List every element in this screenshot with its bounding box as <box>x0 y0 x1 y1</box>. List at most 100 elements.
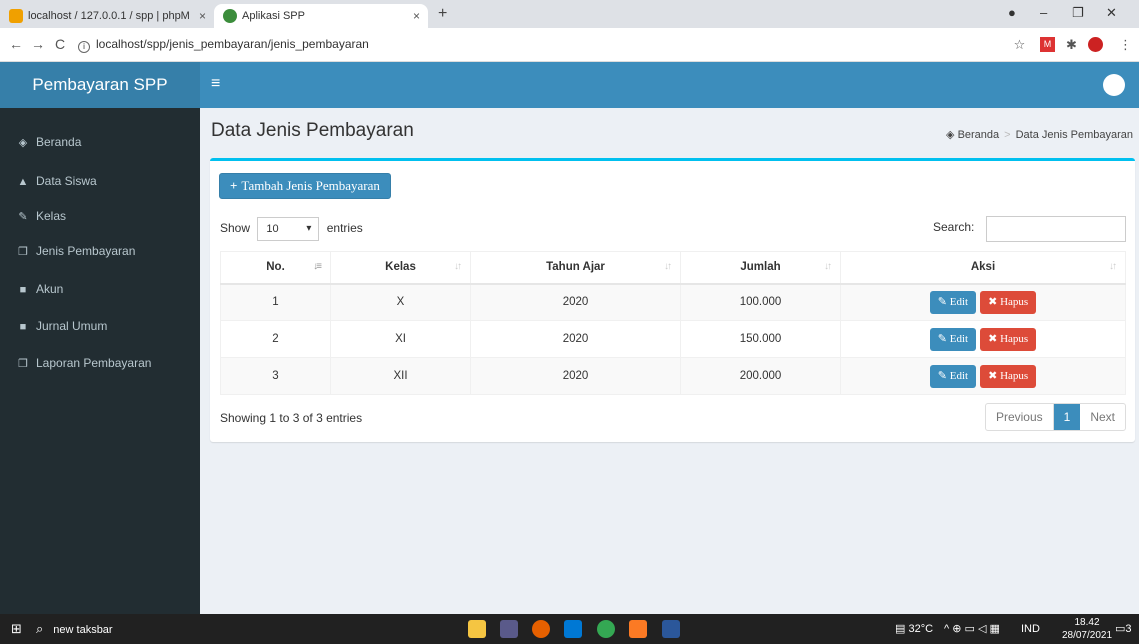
tray-icons[interactable]: ^ ⊕ ▭ ◁ ▦ <box>944 621 1000 637</box>
delete-button[interactable]: ✖ Hapus <box>980 327 1037 351</box>
cell-aksi: ✎ Edit ✖ Hapus <box>840 320 1126 358</box>
sidebar-item-beranda[interactable]: ◈ Beranda <box>0 125 200 159</box>
cell-no: 3 <box>220 357 331 395</box>
search-icon: ⌕ <box>36 621 44 636</box>
next-page-button[interactable]: Next <box>1080 404 1125 430</box>
language-indicator[interactable]: IND <box>1021 621 1040 637</box>
forward-arrow-icon[interactable]: → <box>31 36 45 52</box>
user-avatar[interactable] <box>1103 74 1125 96</box>
extension-icon[interactable]: M <box>1040 37 1055 52</box>
info-icon[interactable]: i <box>78 41 90 53</box>
column-header-jumlah[interactable]: Jumlah ↓↑ <box>680 251 841 285</box>
sidebar-item-data-siswa[interactable]: ▲ Data Siswa <box>0 164 200 198</box>
profile-avatar-icon[interactable] <box>1088 37 1103 52</box>
bookmark-star-icon[interactable]: ☆ <box>1012 37 1027 52</box>
word-icon[interactable] <box>662 620 680 638</box>
breadcrumb-current: Data Jenis Pembayaran <box>1015 129 1133 141</box>
entries-select[interactable]: 10 ▾ <box>257 217 320 241</box>
edit-label: Edit <box>949 295 969 308</box>
close-tab-icon[interactable]: × <box>199 4 206 28</box>
close-tab-icon[interactable]: × <box>413 4 420 28</box>
profile-dot-icon[interactable]: ● <box>1008 5 1016 20</box>
delete-label: Hapus <box>1000 369 1029 382</box>
sidebar-item-akun[interactable]: ■ Akun <box>0 272 200 306</box>
new-tab-button[interactable]: + <box>438 4 447 24</box>
column-header-kelas[interactable]: Kelas ↓↑ <box>330 251 471 285</box>
reload-icon[interactable]: C <box>55 36 65 52</box>
vscode-icon[interactable] <box>564 620 582 638</box>
sidebar-item-kelas[interactable]: ✎ Kelas <box>0 199 200 233</box>
column-header-label: Aksi <box>970 261 996 274</box>
cell-tahun-ajar: 2020 <box>470 283 681 321</box>
entries-value: 10 <box>266 223 279 235</box>
cell-kelas: X <box>330 283 471 321</box>
delete-button[interactable]: ✖ Hapus <box>980 364 1037 388</box>
cell-kelas: XII <box>330 357 471 395</box>
taskbar-search[interactable]: ⌕ new taksbar <box>36 620 113 639</box>
weather-widget[interactable]: ▤ 32°C <box>895 621 933 637</box>
taskbar-clock[interactable]: 18.42 28/07/2021 <box>1060 616 1114 642</box>
column-header-label: Tahun Ajar <box>546 261 605 274</box>
pagination: Previous 1 Next <box>984 403 1126 431</box>
close-window-icon[interactable]: ✕ <box>1106 5 1117 21</box>
firefox-icon[interactable] <box>532 620 550 638</box>
clock-date: 28/07/2021 <box>1061 630 1113 641</box>
column-header-tahun-ajar[interactable]: Tahun Ajar ↓↑ <box>470 251 681 285</box>
brand-logo[interactable]: Pembayaran SPP <box>0 62 200 108</box>
puzzle-icon[interactable]: ✱ <box>1064 37 1079 52</box>
chrome-icon[interactable] <box>597 620 615 638</box>
sort-icon: ↓↑ <box>664 261 672 272</box>
weather-icon: ▤ <box>895 623 909 635</box>
sidebar-item-label: Laporan Pembayaran <box>36 356 152 370</box>
cell-tahun-ajar: 2020 <box>470 357 681 395</box>
dashboard-icon: ◈ <box>946 129 958 141</box>
xampp-icon[interactable] <box>629 620 647 638</box>
sidebar-item-label: Jenis Pembayaran <box>36 244 136 258</box>
search-label: Search: <box>933 220 975 234</box>
page-1-button[interactable]: 1 <box>1053 404 1081 430</box>
times-icon: ✖ <box>988 295 1001 308</box>
sidebar-item-label: Jurnal Umum <box>36 319 108 333</box>
notification-icon[interactable]: ▭3 <box>1115 621 1132 637</box>
dashboard-icon: ◈ <box>18 137 28 149</box>
edit-button[interactable]: ✎ Edit <box>929 290 977 314</box>
sidebar-item-label: Akun <box>36 282 64 296</box>
breadcrumb-home-link[interactable]: Beranda <box>958 129 1000 141</box>
cell-aksi: ✎ Edit ✖ Hapus <box>840 357 1126 395</box>
sidebar-item-jenis-pembayaran[interactable]: ❐ Jenis Pembayaran <box>0 234 200 268</box>
app-icon[interactable] <box>500 620 518 638</box>
sidebar-item-label: Data Siswa <box>36 174 97 188</box>
column-header-aksi[interactable]: Aksi ↓↑ <box>840 251 1126 285</box>
maximize-icon[interactable]: ❐ <box>1072 5 1084 21</box>
table-row: 3 XII 2020 200.000 ✎ Edit ✖ Hapus <box>220 357 1126 395</box>
sidebar-item-laporan-pembayaran[interactable]: ❐ Laporan Pembayaran <box>0 346 200 380</box>
file-explorer-icon[interactable] <box>468 620 486 638</box>
edit-icon: ✎ <box>937 295 950 308</box>
edit-button[interactable]: ✎ Edit <box>929 364 977 388</box>
sidebar: ◈ Beranda ▲ Data Siswa ✎ Kelas ❐ Jenis Pemba… <box>0 108 200 614</box>
payment-types-table: No. ↓≡ Kelas ↓↑ Tahun Ajar ↓↑ Jumlah ↓↑ Aksi… <box>220 251 1126 395</box>
column-header-label: No. <box>266 261 285 274</box>
table-row: 1 X 2020 100.000 ✎ Edit ✖ Hapus <box>220 283 1126 321</box>
cell-no: 2 <box>220 320 331 358</box>
search-input[interactable] <box>986 216 1126 242</box>
back-arrow-icon[interactable]: ← <box>9 36 23 52</box>
browser-tab-phpmyadmin[interactable]: localhost / 127.0.0.1 / spp | phpM × <box>0 4 214 28</box>
browser-tab-aplikasi-spp[interactable]: Aplikasi SPP × <box>214 4 428 28</box>
column-header-no[interactable]: No. ↓≡ <box>220 251 331 285</box>
menu-toggle-icon[interactable]: ≡ <box>211 75 220 93</box>
browser-menu-icon[interactable]: ⋮ <box>1118 37 1133 52</box>
copy-icon: ❐ <box>18 246 28 258</box>
cell-no: 1 <box>220 283 331 321</box>
minimize-icon[interactable]: – <box>1040 5 1047 20</box>
weather-temp: 32°C <box>908 623 934 635</box>
windows-start-icon[interactable]: ⊞ <box>11 622 22 636</box>
add-payment-type-button[interactable]: + Tambah Jenis Pembayaran <box>219 173 391 199</box>
url-field[interactable]: i localhost/spp/jenis_pembayaran/jenis_pe… <box>78 36 369 53</box>
previous-page-button[interactable]: Previous <box>986 404 1054 430</box>
sidebar-item-jurnal-umum[interactable]: ■ Jurnal Umum <box>0 309 200 343</box>
edit-button[interactable]: ✎ Edit <box>929 327 977 351</box>
book-icon: ■ <box>19 321 27 333</box>
content-box: + Tambah Jenis Pembayaran Show 10 ▾ entrie… <box>210 158 1135 442</box>
delete-button[interactable]: ✖ Hapus <box>980 290 1037 314</box>
